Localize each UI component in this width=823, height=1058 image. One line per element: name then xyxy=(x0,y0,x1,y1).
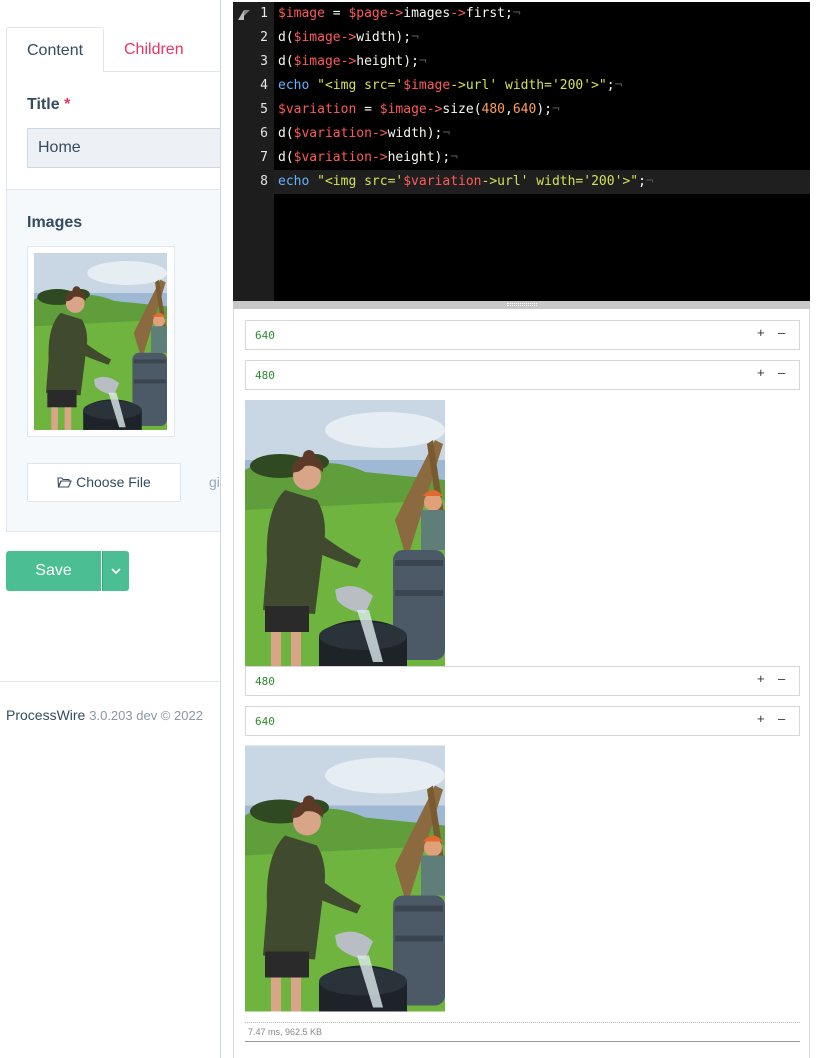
title-label-text: Title xyxy=(27,96,60,113)
dump-value: 480 xyxy=(255,369,275,382)
line-number: 8 xyxy=(260,174,268,189)
content-panel: Title * Home Images Choose File gi xyxy=(6,71,221,532)
required-marker: * xyxy=(64,96,71,113)
line-number-gutter: 1 2 3 4 5 6 7 8 xyxy=(233,2,274,301)
line-number: 7 xyxy=(260,150,268,165)
footer-divider xyxy=(0,681,221,682)
expand-button[interactable]: + xyxy=(757,671,765,686)
dump-row[interactable]: 640 + – xyxy=(245,320,800,350)
dump-value: 480 xyxy=(255,675,275,688)
editor-resize-handle[interactable] xyxy=(233,301,810,309)
code-line[interactable]: echo "<img src='$variation->url' width='… xyxy=(278,174,654,189)
code-line[interactable]: d($variation->width);¬ xyxy=(278,126,450,141)
title-field: Title * Home xyxy=(7,72,221,190)
dump-value: 640 xyxy=(255,715,275,728)
tab-content[interactable]: Content xyxy=(6,27,104,72)
collapse-button[interactable]: – xyxy=(778,671,785,686)
grip-icon xyxy=(507,303,537,306)
footer: ProcessWire 3.0.203 dev © 2022 xyxy=(6,707,203,723)
code-line[interactable]: echo "<img src='$image->url' width='200'… xyxy=(278,78,622,93)
images-label: Images xyxy=(27,214,83,231)
footer-brand: ProcessWire xyxy=(6,707,86,723)
stats-bottom-rule xyxy=(245,1041,800,1042)
line-number: 1 xyxy=(260,6,268,21)
tab-children[interactable]: Children xyxy=(104,27,204,72)
admin-pane: Content Children Title * Home Images Cho… xyxy=(0,0,221,1058)
line-number: 5 xyxy=(260,102,268,117)
code-line[interactable]: d($variation->height);¬ xyxy=(278,150,458,165)
code-line[interactable]: d($image->width);¬ xyxy=(278,30,419,45)
choose-file-button[interactable]: Choose File xyxy=(27,463,181,502)
output-image-original xyxy=(245,400,445,666)
upload-hint-text: gi xyxy=(209,474,220,490)
thumbnail-photo xyxy=(34,253,167,430)
dump-value: 640 xyxy=(255,329,275,342)
choose-file-label: Choose File xyxy=(76,474,151,490)
code-line[interactable]: d($image->height);¬ xyxy=(278,54,427,69)
footer-version: 3.0.203 dev © 2022 xyxy=(89,708,203,723)
line-number: 3 xyxy=(260,54,268,69)
image-thumbnail[interactable] xyxy=(27,246,175,437)
line-number: 4 xyxy=(260,78,268,93)
chevron-down-icon xyxy=(111,564,121,578)
line-number: 6 xyxy=(260,126,268,141)
expand-button[interactable]: + xyxy=(757,325,765,340)
title-input[interactable]: Home xyxy=(27,128,221,168)
code-line[interactable]: $image = $page->images->first;¬ xyxy=(278,6,521,21)
output-image-variation xyxy=(245,745,445,1012)
collapse-button[interactable]: – xyxy=(778,711,785,726)
title-label: Title * xyxy=(27,96,70,114)
expand-button[interactable]: + xyxy=(757,711,765,726)
dump-row[interactable]: 640 + – xyxy=(245,706,800,736)
dump-row[interactable]: 480 + – xyxy=(245,666,800,696)
code-editor[interactable]: 1 2 3 4 5 6 7 8 $image = $page->images->… xyxy=(233,2,810,301)
line-number: 2 xyxy=(260,30,268,45)
collapse-button[interactable]: – xyxy=(778,325,785,340)
execution-stats: 7.47 ms, 962.5 KB xyxy=(248,1027,323,1037)
expand-button[interactable]: + xyxy=(757,365,765,380)
stats-divider xyxy=(245,1022,800,1023)
code-line[interactable]: $variation = $image->size(480,640);¬ xyxy=(278,102,560,117)
pane-divider xyxy=(220,0,221,1058)
dump-row[interactable]: 480 + – xyxy=(245,360,800,390)
output-panel: 640 + – 480 + – 480 + – 640 + – 7.47 ms,… xyxy=(233,309,810,1058)
save-button[interactable]: Save xyxy=(6,551,101,591)
collapse-button[interactable]: – xyxy=(778,365,785,380)
save-dropdown-button[interactable] xyxy=(102,551,129,591)
folder-open-icon xyxy=(57,474,76,490)
